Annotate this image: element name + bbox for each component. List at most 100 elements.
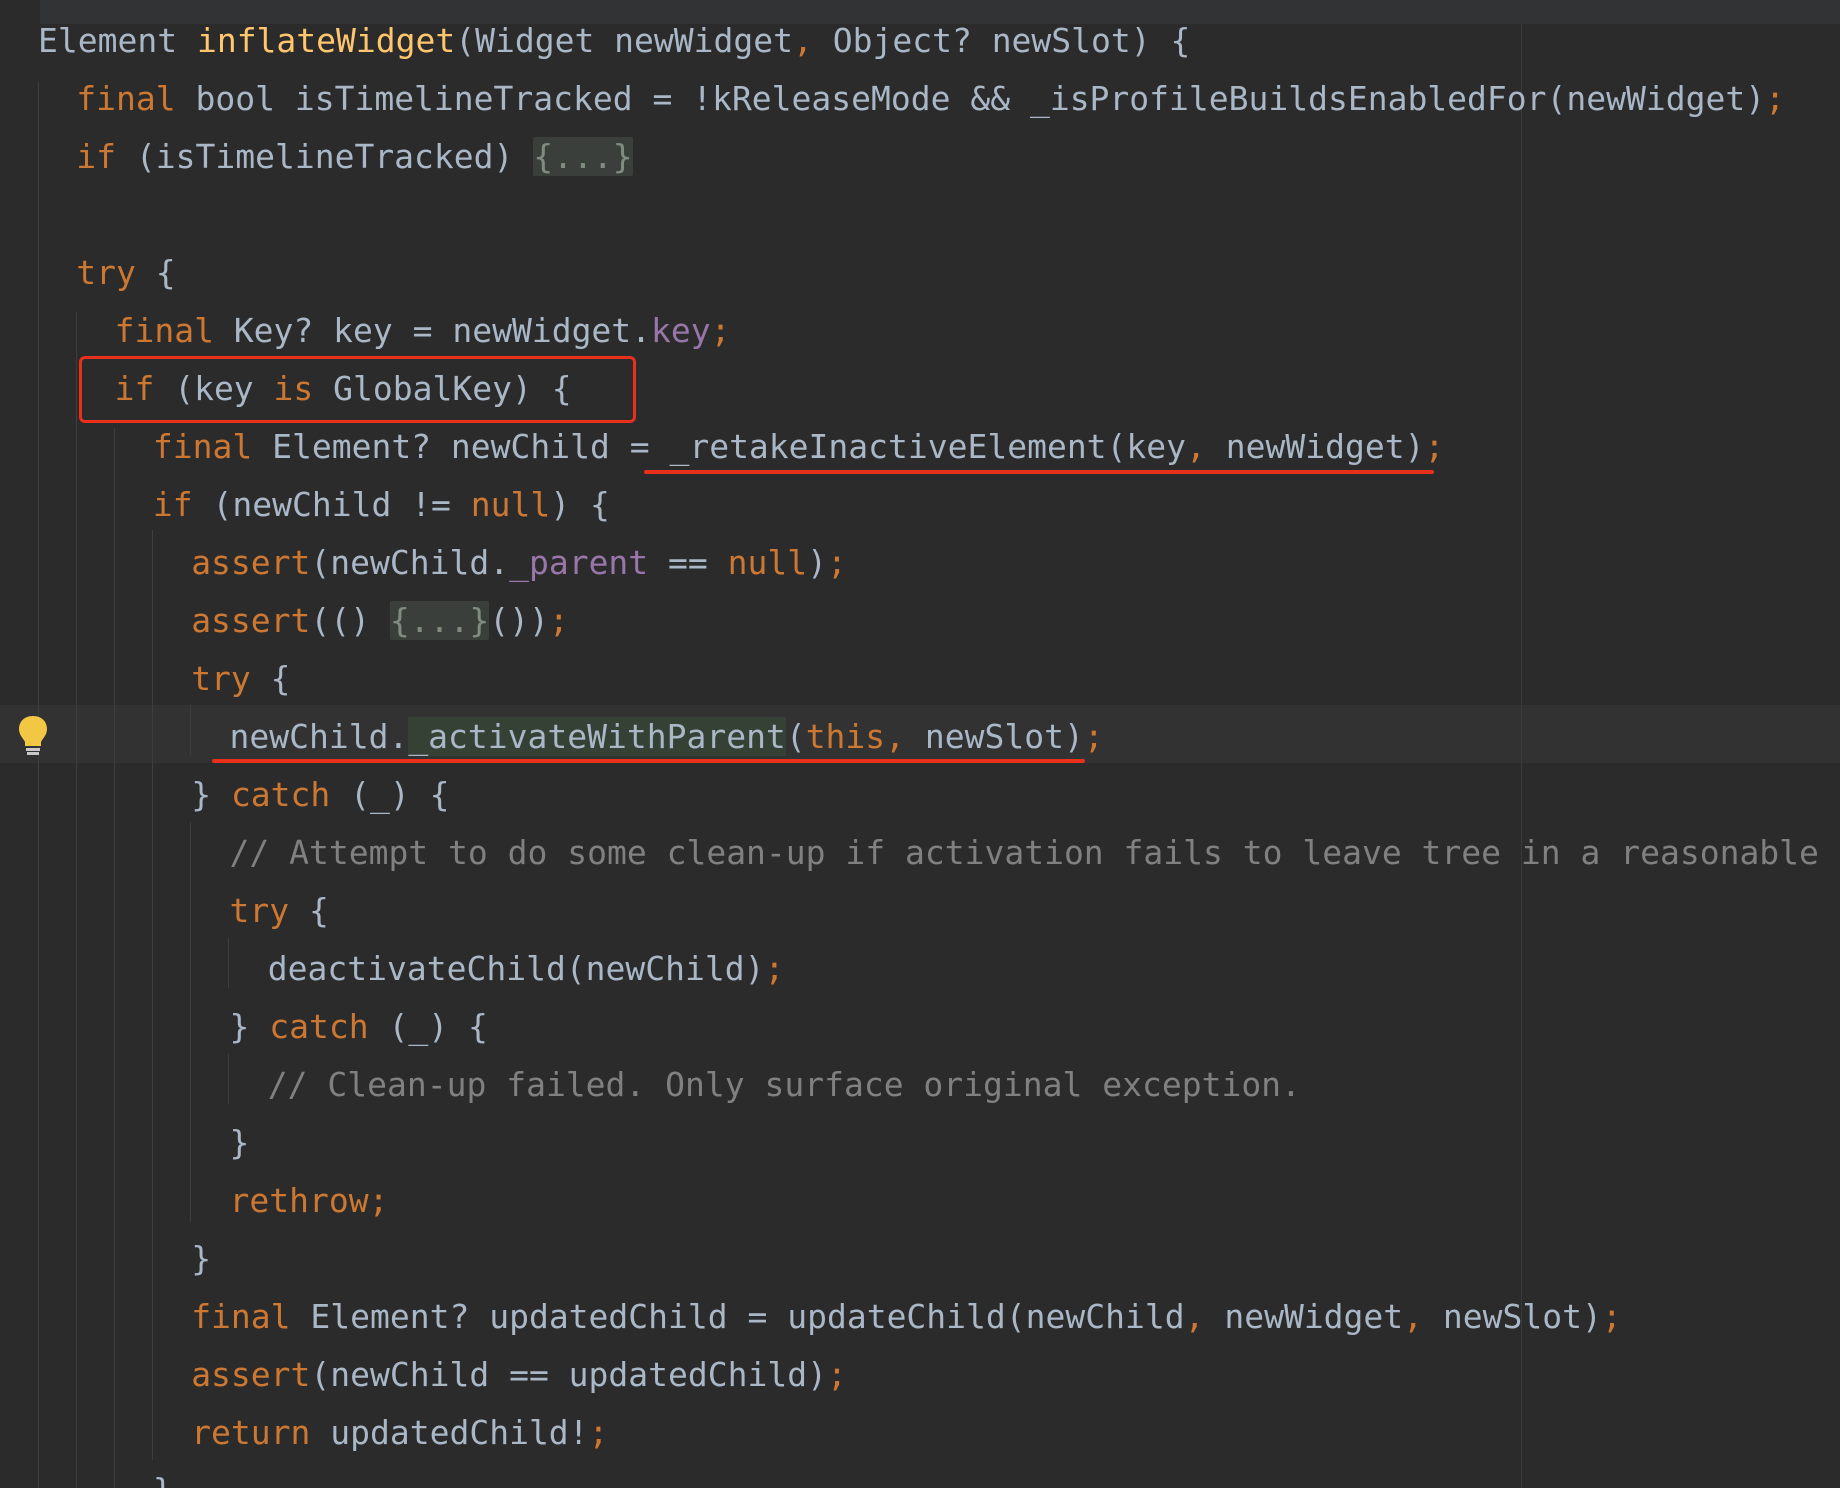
code-token: )	[807, 543, 828, 582]
code-token: }	[229, 1007, 270, 1046]
code-token: ,	[793, 21, 833, 60]
code-token: {	[270, 659, 291, 698]
indent-guide	[190, 705, 191, 755]
code-token: ;	[826, 1355, 847, 1394]
underline-retake-inactive-element	[644, 470, 1434, 474]
code-token: (	[785, 717, 806, 756]
code-token: assert	[191, 543, 311, 582]
code-token: final	[191, 1297, 311, 1336]
code-line[interactable]: }	[230, 1114, 250, 1172]
code-token: _activateWithParent	[408, 717, 786, 756]
code-token: }	[153, 1471, 173, 1488]
code-token: (()	[310, 601, 390, 640]
code-line[interactable]: newChild._activateWithParent(this, newSl…	[230, 708, 1104, 766]
code-line[interactable]: try {	[191, 650, 290, 708]
code-line[interactable]: final Element? newChild = _retakeInactiv…	[153, 418, 1444, 476]
code-line[interactable]: final bool isTimelineTracked = !kRelease…	[76, 70, 1785, 128]
code-token: newWidget	[1224, 1297, 1404, 1336]
code-token: null	[470, 485, 551, 524]
code-token: {	[308, 891, 329, 930]
code-line[interactable]: if (isTimelineTracked) {...}	[76, 128, 633, 186]
code-token: Element? updatedChild = updateChild(newC…	[310, 1297, 1185, 1336]
code-token: null	[727, 543, 808, 582]
code-line[interactable]: try {	[230, 882, 329, 940]
code-token: inflateWidget	[196, 21, 456, 60]
code-token: ) {	[550, 485, 610, 524]
indent-guide	[152, 530, 153, 1460]
code-editor[interactable]: Element inflateWidget(Widget newWidget, …	[0, 0, 1840, 1488]
code-token: (_) {	[388, 1007, 488, 1046]
code-token: try	[229, 891, 309, 930]
right-margin-guide	[1521, 24, 1522, 1488]
lightbulb-icon[interactable]	[16, 714, 50, 758]
code-line[interactable]: return updatedChild!;	[191, 1404, 608, 1462]
code-token: ==	[648, 543, 728, 582]
code-token: return	[191, 1413, 331, 1452]
code-token: ;	[710, 311, 731, 350]
code-token: (newChild == updatedChild)	[310, 1355, 827, 1394]
code-line[interactable]: } catch (_) {	[191, 766, 449, 824]
code-token: final	[76, 79, 196, 118]
code-line[interactable]: // Clean-up failed. Only surface origina…	[268, 1056, 1301, 1114]
code-token: this	[805, 717, 886, 756]
code-token: }	[229, 1123, 250, 1162]
code-token: ;	[827, 543, 847, 582]
indent-guide	[114, 428, 115, 1488]
code-line[interactable]: Element inflateWidget(Widget newWidget, …	[38, 12, 1190, 70]
code-token: updatedChild!	[330, 1413, 589, 1452]
indent-guide	[228, 1054, 229, 1104]
code-token: rethrow	[229, 1181, 369, 1220]
code-line[interactable]: rethrow;	[230, 1172, 389, 1230]
highlight-box-globalkey-check	[79, 356, 636, 423]
code-token: Object? newSlot) {	[832, 21, 1191, 60]
code-token: newSlot)	[1442, 1297, 1602, 1336]
code-token: (_) {	[350, 775, 450, 814]
code-token: ,	[1184, 1297, 1225, 1336]
code-token: try	[76, 253, 156, 292]
code-token: bool isTimelineTracked = !kReleaseMode &…	[195, 79, 1766, 118]
code-line[interactable]: assert(() {...}());	[191, 592, 569, 650]
code-line[interactable]: }	[153, 1462, 173, 1488]
code-token: // Clean-up failed. Only surface origina…	[267, 1065, 1301, 1104]
code-token: }	[191, 775, 231, 814]
code-line[interactable]: try {	[76, 244, 175, 302]
code-token: Element? newChild = _retakeInactiveEleme…	[272, 427, 1187, 466]
code-token: (isTimelineTracked)	[135, 137, 534, 176]
code-token: ;	[1424, 427, 1445, 466]
code-line[interactable]: assert(newChild == updatedChild);	[191, 1346, 847, 1404]
code-token: assert	[191, 601, 311, 640]
indent-guide	[190, 822, 191, 1222]
code-token: (Widget newWidget	[455, 21, 793, 60]
code-token: Element	[38, 21, 197, 60]
indent-guide	[38, 82, 39, 1488]
code-token: ;	[588, 1413, 609, 1452]
code-line[interactable]: final Element? updatedChild = updateChil…	[191, 1288, 1622, 1346]
code-token: ;	[1083, 717, 1104, 756]
code-token: ,	[885, 717, 925, 756]
code-token: {...}	[533, 137, 633, 176]
code-token: {	[155, 253, 176, 292]
indent-guide	[228, 938, 229, 988]
code-token: ,	[1186, 427, 1226, 466]
code-token: newSlot)	[924, 717, 1084, 756]
code-line[interactable]: }	[191, 1230, 211, 1288]
code-token: ;	[1765, 79, 1785, 118]
code-token: ())	[489, 601, 549, 640]
code-token: assert	[191, 1355, 311, 1394]
code-token: ,	[1403, 1297, 1443, 1336]
code-token: deactivateChild(newChild)	[267, 949, 765, 988]
code-line[interactable]: // Attempt to do some clean-up if activa…	[230, 824, 1840, 882]
code-token: newWidget)	[1225, 427, 1425, 466]
code-token: }	[191, 1239, 212, 1278]
code-line[interactable]: final Key? key = newWidget.key;	[115, 302, 731, 360]
code-line[interactable]: deactivateChild(newChild);	[268, 940, 785, 998]
code-token: ;	[368, 1181, 389, 1220]
code-line[interactable]: assert(newChild._parent == null);	[191, 534, 847, 592]
underline-activate-with-parent	[212, 759, 1085, 763]
code-line[interactable]: } catch (_) {	[230, 998, 488, 1056]
code-line[interactable]: if (newChild != null) {	[153, 476, 610, 534]
code-token: ;	[764, 949, 785, 988]
code-token: Key? key = newWidget.	[233, 311, 652, 350]
code-token: newChild.	[229, 717, 409, 756]
code-token: catch	[230, 775, 351, 814]
